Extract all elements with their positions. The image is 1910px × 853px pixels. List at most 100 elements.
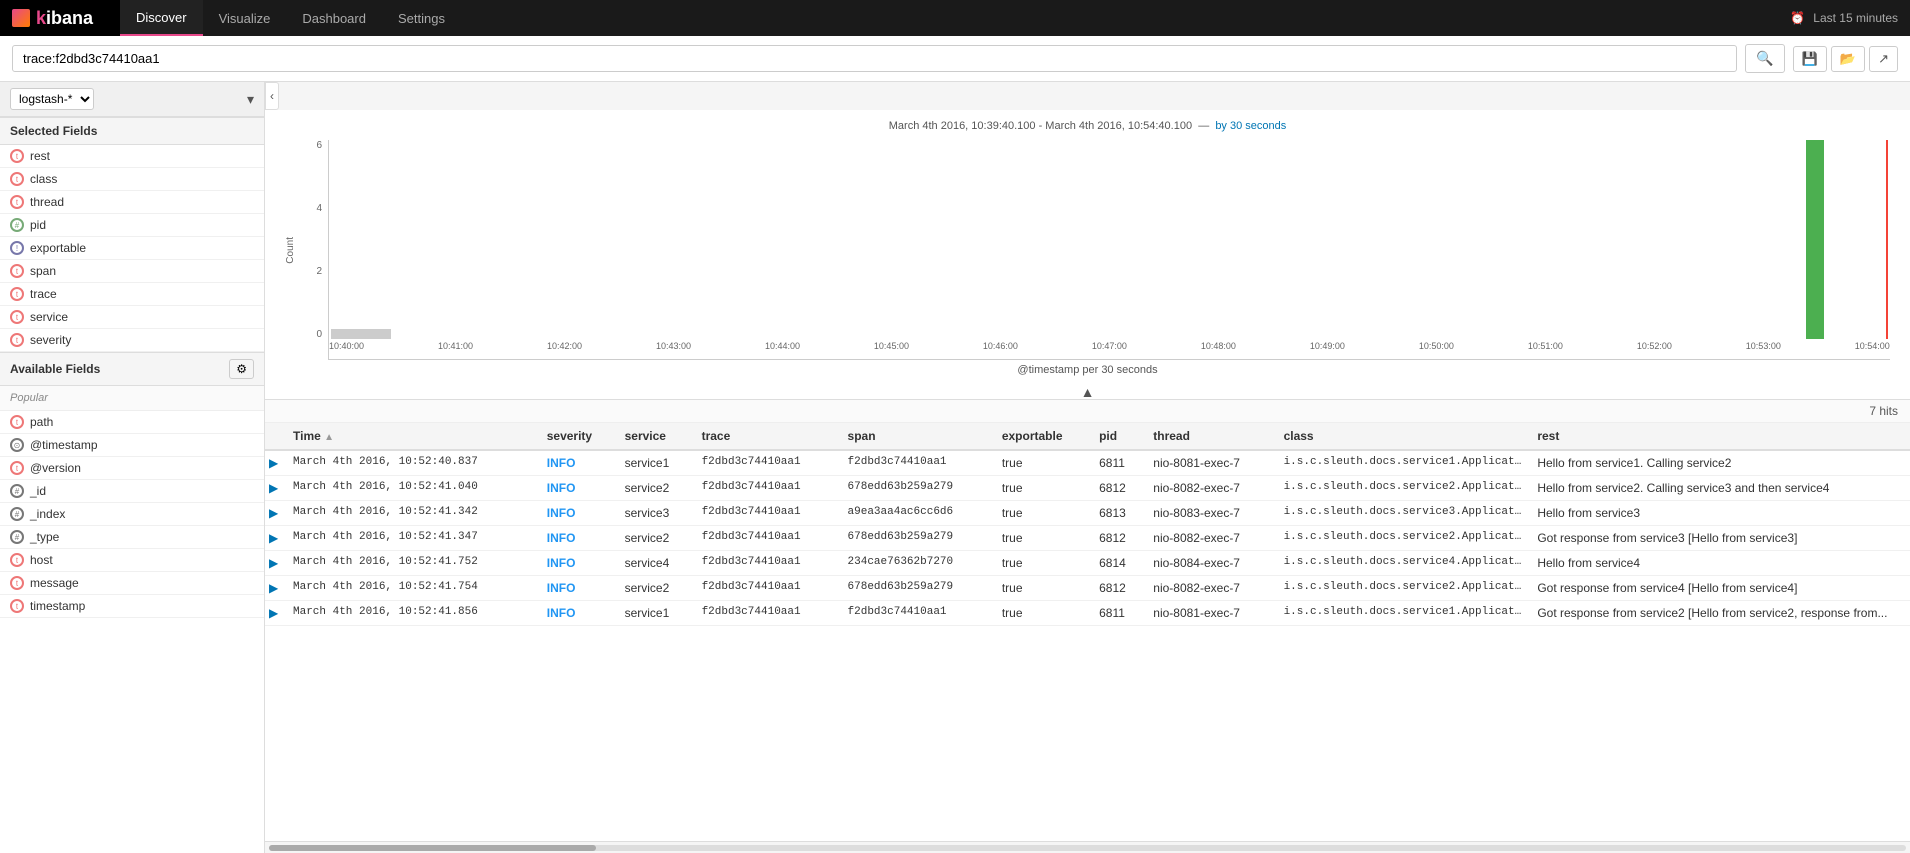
expand-row-btn[interactable]: ▶ <box>265 601 285 626</box>
th-class[interactable]: class <box>1276 423 1530 450</box>
table-row: ▶ March 4th 2016, 10:52:41.752 INFO serv… <box>265 551 1910 576</box>
cell-service: service4 <box>617 551 694 576</box>
sidebar: logstash-* ▾ Selected Fields t rest t cl… <box>0 82 265 853</box>
cell-time: March 4th 2016, 10:52:41.342 <box>285 501 539 526</box>
field-item-version[interactable]: t @version <box>0 457 264 480</box>
results-area[interactable]: Time ▲ severity service trace span expor… <box>265 423 1910 841</box>
nav-items: Discover Visualize Dashboard Settings <box>120 0 461 36</box>
cell-pid: 6812 <box>1091 576 1145 601</box>
cell-pid: 6812 <box>1091 476 1145 501</box>
index-selector[interactable]: logstash-* <box>10 88 94 110</box>
chart-red-line <box>1886 140 1888 339</box>
cell-severity: INFO <box>539 576 617 601</box>
nav-visualize[interactable]: Visualize <box>203 0 287 36</box>
field-item-index[interactable]: # _index <box>0 503 264 526</box>
field-name-severity: severity <box>30 333 71 347</box>
th-service[interactable]: service <box>617 423 694 450</box>
cell-thread: nio-8081-exec-7 <box>1145 601 1275 626</box>
sidebar-header: logstash-* ▾ <box>0 82 264 117</box>
th-time[interactable]: Time ▲ <box>285 423 539 450</box>
chart-interval-link[interactable]: by 30 seconds <box>1215 120 1286 132</box>
expand-row-btn[interactable]: ▶ <box>265 576 285 601</box>
field-item-thread[interactable]: t thread <box>0 191 264 214</box>
cell-thread: nio-8083-exec-7 <box>1145 501 1275 526</box>
expand-row-btn[interactable]: ▶ <box>265 551 285 576</box>
th-expand <box>265 423 285 450</box>
cell-trace: f2dbd3c74410aa1 <box>694 551 840 576</box>
field-item-service[interactable]: t service <box>0 306 264 329</box>
cell-class: i.s.c.sleuth.docs.service2.Application <box>1276 526 1530 551</box>
y-label-2: 2 <box>316 266 322 277</box>
field-item-pid[interactable]: # pid <box>0 214 264 237</box>
th-exportable[interactable]: exportable <box>994 423 1091 450</box>
field-item-severity[interactable]: t severity <box>0 329 264 352</box>
expand-row-btn[interactable]: ▶ <box>265 526 285 551</box>
field-type-icon-trace: t <box>10 287 24 301</box>
search-button[interactable]: 🔍 <box>1745 44 1784 73</box>
save-button[interactable]: 💾 <box>1793 46 1827 72</box>
x-label-12: 10:51:00 <box>1528 341 1563 359</box>
expand-row-btn[interactable]: ▶ <box>265 476 285 501</box>
table-row: ▶ March 4th 2016, 10:52:41.347 INFO serv… <box>265 526 1910 551</box>
x-label-9: 10:48:00 <box>1201 341 1236 359</box>
y-label-0: 0 <box>316 329 322 340</box>
field-item-timestamp-at[interactable]: ⊙ @timestamp <box>0 434 264 457</box>
cell-rest: Hello from service1. Calling service2 <box>1529 450 1910 476</box>
cell-severity: INFO <box>539 476 617 501</box>
field-item-rest[interactable]: t rest <box>0 145 264 168</box>
field-type-icon-severity: t <box>10 333 24 347</box>
table-row: ▶ March 4th 2016, 10:52:40.837 INFO serv… <box>265 450 1910 476</box>
th-rest[interactable]: rest <box>1529 423 1910 450</box>
th-severity[interactable]: severity <box>539 423 617 450</box>
scrollbar-thumb <box>269 845 596 851</box>
cell-time: March 4th 2016, 10:52:41.752 <box>285 551 539 576</box>
search-input[interactable] <box>12 45 1737 72</box>
th-trace[interactable]: trace <box>694 423 840 450</box>
share-button[interactable]: ↗ <box>1869 46 1898 72</box>
table-header-row: Time ▲ severity service trace span expor… <box>265 423 1910 450</box>
field-item-type[interactable]: # _type <box>0 526 264 549</box>
field-item-timestamp[interactable]: t timestamp <box>0 595 264 618</box>
nav-time[interactable]: ⏰ Last 15 minutes <box>1778 11 1910 25</box>
x-label-13: 10:52:00 <box>1637 341 1672 359</box>
th-thread[interactable]: thread <box>1145 423 1275 450</box>
selected-fields-label: Selected Fields <box>0 117 264 145</box>
field-type-icon-host: t <box>10 553 24 567</box>
field-name-version: @version <box>30 461 81 475</box>
expand-row-btn[interactable]: ▶ <box>265 450 285 476</box>
chart-bars <box>329 140 1890 339</box>
cell-severity: INFO <box>539 526 617 551</box>
th-pid[interactable]: pid <box>1091 423 1145 450</box>
field-type-icon-index: # <box>10 507 24 521</box>
sidebar-collapse-button[interactable]: ‹ <box>265 82 279 110</box>
field-type-icon-version: t <box>10 461 24 475</box>
cell-rest: Got response from service2 [Hello from s… <box>1529 601 1910 626</box>
cell-pid: 6813 <box>1091 501 1145 526</box>
cell-span: 678edd63b259a279 <box>840 526 994 551</box>
nav-discover[interactable]: Discover <box>120 0 203 36</box>
field-item-trace[interactable]: t trace <box>0 283 264 306</box>
th-span[interactable]: span <box>840 423 994 450</box>
nav-dashboard[interactable]: Dashboard <box>286 0 382 36</box>
nav-settings[interactable]: Settings <box>382 0 461 36</box>
field-item-host[interactable]: t host <box>0 549 264 572</box>
table-row: ▶ March 4th 2016, 10:52:41.856 INFO serv… <box>265 601 1910 626</box>
field-item-span[interactable]: t span <box>0 260 264 283</box>
sidebar-toggle[interactable]: ▾ <box>247 91 254 108</box>
field-item-id[interactable]: # _id <box>0 480 264 503</box>
field-item-class[interactable]: t class <box>0 168 264 191</box>
cell-severity: INFO <box>539 601 617 626</box>
scrollbar-track <box>269 845 1906 851</box>
chart-date-range: March 4th 2016, 10:39:40.100 - March 4th… <box>889 120 1192 132</box>
load-button[interactable]: 📂 <box>1831 46 1865 72</box>
cell-span: 678edd63b259a279 <box>840 476 994 501</box>
cell-class: i.s.c.sleuth.docs.service3.Application <box>1276 501 1530 526</box>
expand-row-btn[interactable]: ▶ <box>265 501 285 526</box>
field-item-exportable[interactable]: ! exportable <box>0 237 264 260</box>
field-item-message[interactable]: t message <box>0 572 264 595</box>
cell-class: i.s.c.sleuth.docs.service2.Application <box>1276 576 1530 601</box>
available-fields-settings[interactable]: ⚙ <box>229 359 254 379</box>
field-item-path[interactable]: t path <box>0 411 264 434</box>
popular-fields-list: t path ⊙ @timestamp t @version # _id # _… <box>0 411 264 618</box>
hits-count-value: 7 hits <box>1869 404 1898 418</box>
